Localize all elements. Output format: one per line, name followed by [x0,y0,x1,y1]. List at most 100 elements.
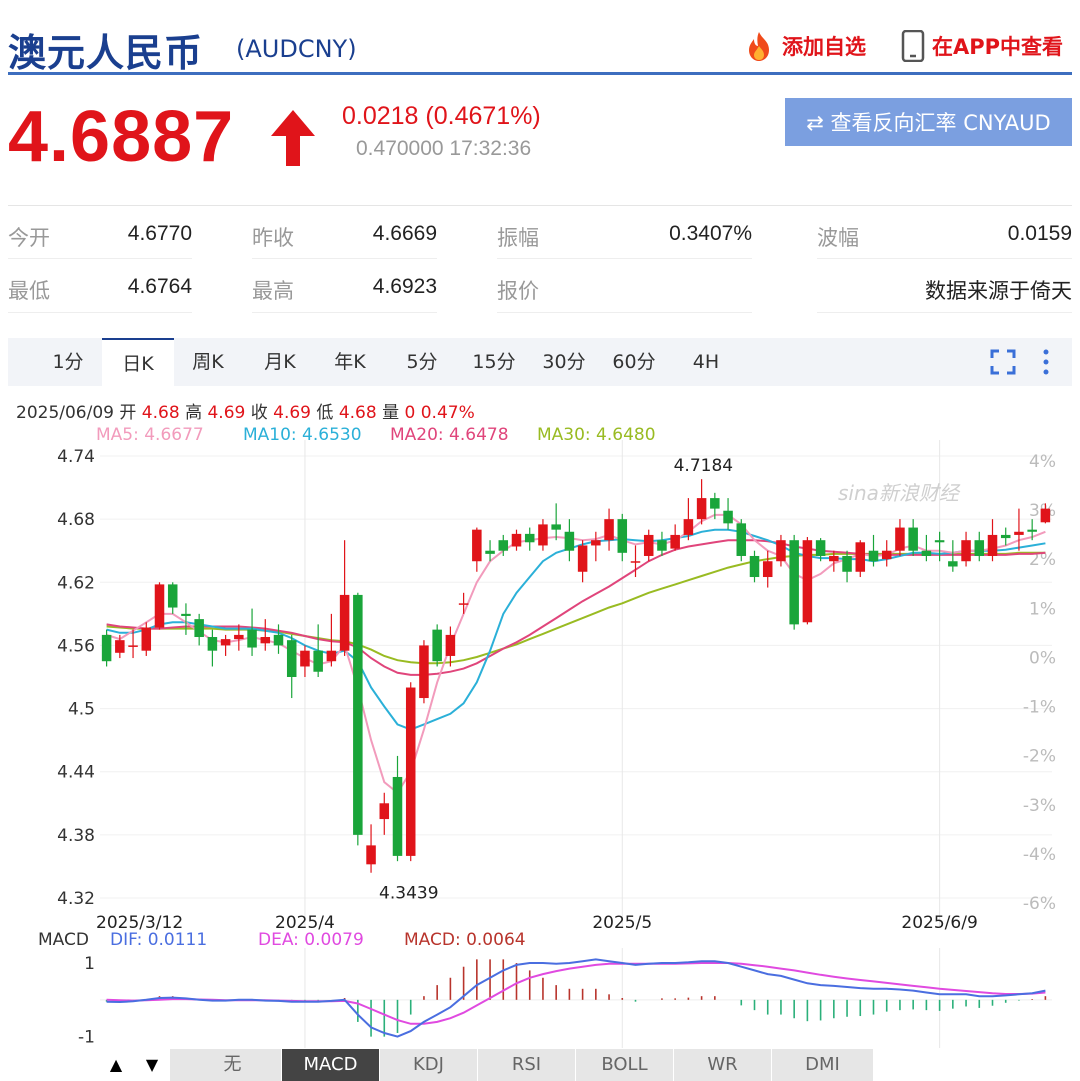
candle-body [974,540,985,556]
indicator-none[interactable]: 无 [184,1049,282,1081]
high-value: 4.69 [207,403,246,423]
candle-body [934,540,945,543]
low-value: 4.68 [338,403,377,423]
x-tick-label: 2025/4 [275,913,335,930]
candle-body [392,776,403,856]
add-watchlist-label: 添加自选 [782,35,866,59]
phone-icon [901,30,925,62]
candlestick-chart[interactable]: 4.744.684.624.564.54.444.384.324%3%2%1%0… [0,440,1080,930]
indicator-dmi[interactable]: DMI [772,1049,874,1081]
stats-top-divider [8,205,1072,206]
candle-body [855,542,866,572]
indicator-macd[interactable]: MACD [282,1049,380,1081]
candle-body [1000,534,1011,539]
candle-body [868,550,879,562]
dif-legend: DIF: 0.0111 [110,930,208,950]
max-price-label: 4.7184 [674,456,733,476]
macd-chart[interactable]: 1 -1 [0,948,1080,1048]
macd-value-legend: MACD: 0.0064 [404,930,526,950]
tab-15min[interactable]: 15分 [462,338,526,386]
tab-daily[interactable]: 日K [102,338,174,386]
dif-line [106,958,1046,1038]
candle-body [1040,508,1051,523]
candle-body [379,803,390,820]
candle-body [630,561,641,563]
open-label: 开 [119,403,137,423]
stat-label: 最低 [8,279,50,303]
candle-body [419,645,429,699]
candle-body [260,637,271,644]
high-label: 高 [185,403,203,423]
pct-tick-label: 4% [1029,452,1056,472]
candle-body [696,498,707,520]
open-app-button[interactable]: 在APP中查看 [900,30,1063,62]
candle-body [286,640,297,677]
candle-body [181,613,191,616]
candle-body [154,584,165,628]
down-arrow-icon[interactable]: ▼ [134,1049,170,1081]
candle-body [445,634,456,656]
candle-body [405,687,416,856]
tab-30min[interactable]: 30分 [532,338,596,386]
watermark: sina新浪财经 [838,481,961,505]
candle-body [234,634,244,640]
volume-value: 0 [404,403,416,423]
indicator-boll[interactable]: BOLL [576,1049,674,1081]
more-icon[interactable] [1038,348,1054,376]
candle-body [485,550,495,554]
tab-yearly[interactable]: 年K [320,338,380,386]
candle-body [207,637,218,651]
candle-body [776,540,786,562]
stat-value: 0.0159 [1007,222,1072,245]
tab-weekly[interactable]: 周K [178,338,238,386]
candle-body [167,584,178,608]
fullscreen-icon[interactable] [989,348,1017,376]
candle-body [115,640,125,653]
candle-body [749,555,760,578]
arrow-up-icon [271,110,315,166]
candle-body [987,534,998,556]
indicator-kdj[interactable]: KDJ [380,1049,478,1081]
candle-body [710,498,720,509]
candle-body [141,627,152,651]
candle-body [458,603,469,605]
candle-body [921,550,932,556]
y-tick-label: 4.38 [57,826,95,846]
tab-4h[interactable]: 4H [676,338,736,386]
up-arrow-icon[interactable]: ▲ [98,1049,134,1081]
page-title: 澳元人民币 [8,31,204,75]
tab-1min[interactable]: 1分 [38,338,98,386]
stat-label: 振幅 [497,226,539,250]
header: 澳元人民币 (AUDCNY) 添加自选 在APP中查看 [0,0,1080,76]
data-source-note: 数据来源于倚天 [925,280,1072,303]
candle-body [604,519,614,541]
candle-body [842,555,852,572]
info-date: 2025/06/09 [16,403,114,423]
candle-body [472,529,482,562]
indicator-wr[interactable]: WR [674,1049,772,1081]
tab-5min[interactable]: 5分 [392,338,452,386]
candle-body [591,540,601,546]
indicator-bar: ▲ ▼ 无 MACD KDJ RSI BOLL WR DMI [98,1049,874,1081]
candle-body [538,524,548,546]
reverse-rate-button[interactable]: ⇄ 查看反向汇率 CNYAUD [785,98,1072,146]
symbol-code: (AUDCNY) [236,35,357,63]
candle-body [353,594,363,835]
candle-body [789,540,799,625]
candle-body [683,519,694,535]
candle-body [524,533,535,543]
candle-body [762,561,773,578]
candle-body [300,650,310,667]
indicator-rsi[interactable]: RSI [478,1049,576,1081]
macd-title: MACD [38,930,89,950]
fire-icon [749,32,769,61]
stat-label: 报价 [497,279,539,303]
tab-60min[interactable]: 60分 [602,338,666,386]
tab-monthly[interactable]: 月K [250,338,310,386]
stat-label: 波幅 [817,226,859,250]
pct-tick-label: 0% [1029,648,1056,668]
add-watchlist-button[interactable]: 添加自选 [742,30,866,62]
candle-body [802,540,813,623]
candle-body [247,629,257,648]
candle-body [498,540,509,551]
